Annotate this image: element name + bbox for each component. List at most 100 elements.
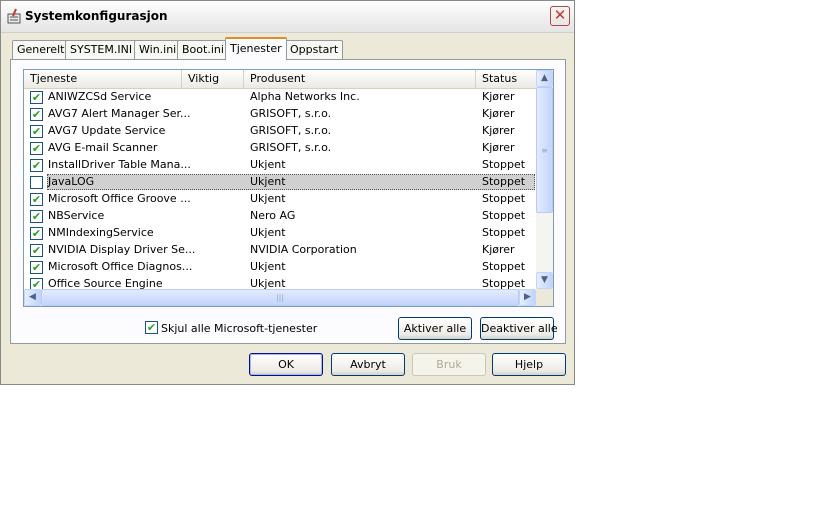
enable-all-button[interactable]: Aktiver alle bbox=[398, 317, 472, 340]
service-name: Microsoft Office Diagnos... bbox=[48, 260, 193, 273]
vertical-scroll-thumb[interactable]: ≡ bbox=[536, 87, 553, 213]
table-row[interactable]: ✔ NBService Nero AG Stoppet bbox=[24, 208, 536, 225]
service-checkbox[interactable]: ✔ bbox=[30, 91, 43, 104]
service-manufacturer: Alpha Networks Inc. bbox=[250, 90, 360, 103]
service-name: Office Source Engine bbox=[48, 277, 163, 289]
service-status: Stoppet bbox=[482, 277, 526, 289]
service-checkbox[interactable]: ✔ bbox=[30, 210, 43, 223]
service-status: Kjører bbox=[482, 90, 515, 103]
service-name: NBService bbox=[48, 209, 105, 222]
services-list[interactable]: Tjeneste Viktig Produsent Status ✔ ANIWZC… bbox=[23, 69, 554, 307]
system-configuration-window: Systemkonfigurasjon ✕ Generelt SYSTEM.IN… bbox=[0, 0, 575, 385]
arrow-down-icon: ▼ bbox=[541, 275, 548, 285]
service-checkbox[interactable]: ✔ bbox=[30, 261, 43, 274]
checkmark-icon[interactable]: ✔ bbox=[145, 321, 158, 334]
table-row[interactable]: ✔ InstallDriver Table Mana... Ukjent Stoppe… bbox=[24, 157, 536, 174]
table-row[interactable]: ✔ ANIWZCSd Service Alpha Networks Inc. Kjør… bbox=[24, 89, 536, 106]
disable-all-button[interactable]: Deaktiver alle bbox=[480, 317, 558, 340]
scroll-up-button[interactable]: ▲ bbox=[536, 70, 553, 87]
column-header-status[interactable]: Status bbox=[476, 70, 536, 88]
close-icon: ✕ bbox=[553, 6, 567, 24]
selection-highlight bbox=[47, 174, 535, 190]
service-checkbox[interactable]: ✔ bbox=[30, 244, 43, 257]
service-checkbox[interactable]: ✔ bbox=[30, 125, 43, 138]
table-row[interactable]: ✔ NMIndexingService Ukjent Stoppet bbox=[24, 225, 536, 242]
service-manufacturer: Ukjent bbox=[250, 158, 286, 171]
service-manufacturer: Nero AG bbox=[250, 209, 296, 222]
service-status: Stoppet bbox=[482, 226, 526, 239]
table-row[interactable]: JavaLOG Ukjent Stoppet bbox=[24, 174, 536, 191]
scroll-down-button[interactable]: ▼ bbox=[536, 272, 553, 289]
service-status: Stoppet bbox=[482, 158, 526, 171]
table-row[interactable]: ✔ AVG7 Update Service GRISOFT, s.r.o. Kjøre… bbox=[24, 123, 536, 140]
service-status: Stoppet bbox=[482, 192, 526, 205]
service-manufacturer: GRISOFT, s.r.o. bbox=[250, 107, 332, 120]
cancel-button[interactable]: Avbryt bbox=[331, 353, 405, 376]
arrow-up-icon: ▲ bbox=[541, 73, 548, 83]
ok-button[interactable]: OK bbox=[249, 353, 323, 376]
scroll-corner bbox=[536, 289, 553, 306]
tab-system-ini[interactable]: SYSTEM.INI bbox=[65, 40, 138, 59]
apply-button[interactable]: Bruk bbox=[412, 353, 486, 376]
service-name: NMIndexingService bbox=[48, 226, 154, 239]
service-status: Kjører bbox=[482, 124, 515, 137]
scroll-left-button[interactable]: ◀ bbox=[24, 289, 41, 306]
tab-generelt[interactable]: Generelt bbox=[12, 40, 70, 59]
vertical-scrollbar[interactable]: ▲ ≡ ▼ bbox=[536, 70, 553, 289]
service-checkbox[interactable]: ✔ bbox=[30, 108, 43, 121]
service-manufacturer: Ukjent bbox=[250, 226, 286, 239]
horizontal-scrollbar[interactable]: ◀ ||| ▶ bbox=[24, 289, 536, 306]
service-checkbox[interactable]: ✔ bbox=[30, 142, 43, 155]
service-checkbox[interactable]: ✔ bbox=[30, 227, 43, 240]
help-button[interactable]: Hjelp bbox=[492, 353, 566, 376]
service-status: Stoppet bbox=[482, 209, 526, 222]
column-header-service[interactable]: Tjeneste bbox=[24, 70, 182, 88]
hide-microsoft-services-label: Skjul alle Microsoft-tjenester bbox=[161, 322, 318, 335]
service-rows: ✔ ANIWZCSd Service Alpha Networks Inc. Kjør… bbox=[24, 89, 536, 289]
tab-oppstart[interactable]: Oppstart bbox=[285, 40, 344, 59]
service-manufacturer: Ukjent bbox=[250, 192, 286, 205]
service-manufacturer: GRISOFT, s.r.o. bbox=[250, 141, 332, 154]
service-status: Stoppet bbox=[482, 260, 526, 273]
service-manufacturer: GRISOFT, s.r.o. bbox=[250, 124, 332, 137]
tab-tjenester[interactable]: Tjenester bbox=[225, 37, 287, 60]
tab-win-ini[interactable]: Win.ini bbox=[134, 40, 182, 59]
service-manufacturer: Ukjent bbox=[250, 260, 286, 273]
service-checkbox[interactable]: ✔ bbox=[30, 278, 43, 289]
service-name: AVG7 Alert Manager Ser... bbox=[48, 107, 191, 120]
service-name: JavaLOG bbox=[48, 175, 95, 188]
arrow-right-icon: ▶ bbox=[524, 292, 531, 302]
table-row[interactable]: ✔ AVG E-mail Scanner GRISOFT, s.r.o. Kjører bbox=[24, 140, 536, 157]
service-name: InstallDriver Table Mana... bbox=[48, 158, 191, 171]
service-checkbox[interactable]: ✔ bbox=[30, 159, 43, 172]
horizontal-scroll-thumb[interactable]: ||| bbox=[41, 289, 519, 306]
table-row[interactable]: ✔ Microsoft Office Diagnos... Ukjent Stoppe… bbox=[24, 259, 536, 276]
service-status: Kjører bbox=[482, 107, 515, 120]
column-header-manufacturer[interactable]: Produsent bbox=[244, 70, 476, 88]
service-manufacturer: Ukjent bbox=[250, 175, 286, 188]
column-header-essential[interactable]: Viktig bbox=[182, 70, 244, 88]
service-name: NVIDIA Display Driver Se... bbox=[48, 243, 196, 256]
service-status: Kjører bbox=[482, 243, 515, 256]
table-row[interactable]: ✔ NVIDIA Display Driver Se... NVIDIA Corpo… bbox=[24, 242, 536, 259]
service-name: ANIWZCSd Service bbox=[48, 90, 152, 103]
service-checkbox[interactable] bbox=[30, 176, 43, 189]
window-title: Systemkonfigurasjon bbox=[25, 9, 168, 23]
tab-boot-ini[interactable]: Boot.ini bbox=[177, 40, 229, 59]
service-status: Kjører bbox=[482, 141, 515, 154]
service-manufacturer: NVIDIA Corporation bbox=[250, 243, 357, 256]
scroll-right-button[interactable]: ▶ bbox=[519, 289, 536, 306]
table-row[interactable]: ✔ Microsoft Office Groove ... Ukjent Stoppe… bbox=[24, 191, 536, 208]
close-button[interactable]: ✕ bbox=[550, 6, 570, 26]
service-name: Microsoft Office Groove ... bbox=[48, 192, 191, 205]
title-bar[interactable]: Systemkonfigurasjon ✕ bbox=[1, 1, 574, 33]
service-checkbox[interactable]: ✔ bbox=[30, 193, 43, 206]
msconfig-icon bbox=[7, 8, 21, 24]
table-row[interactable]: ✔ Office Source Engine Ukjent Stoppet bbox=[24, 276, 536, 289]
service-name: AVG7 Update Service bbox=[48, 124, 166, 137]
arrow-left-icon: ◀ bbox=[29, 292, 36, 302]
service-manufacturer: Ukjent bbox=[250, 277, 286, 289]
list-header: Tjeneste Viktig Produsent Status bbox=[24, 70, 536, 89]
table-row[interactable]: ✔ AVG7 Alert Manager Ser... GRISOFT, s.r.o… bbox=[24, 106, 536, 123]
service-status: Stoppet bbox=[482, 175, 526, 188]
